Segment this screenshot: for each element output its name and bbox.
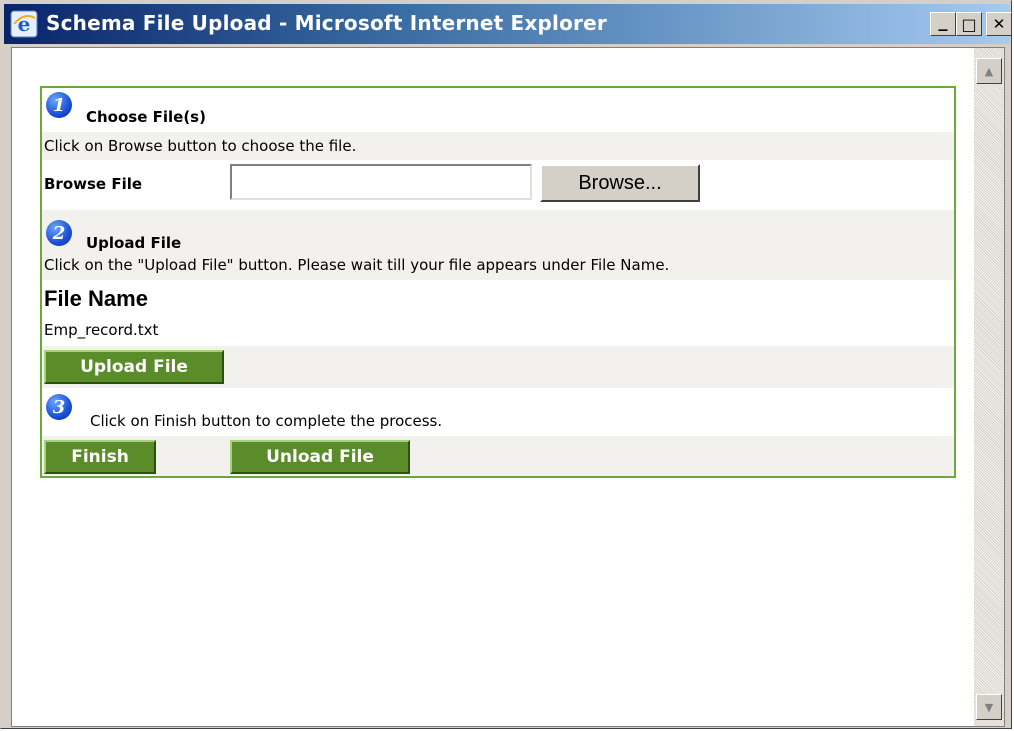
file-name-value: Emp_record.txt <box>44 321 159 339</box>
finish-row: Finish Unload File <box>42 436 954 476</box>
file-name-header-row: File Name <box>42 280 954 316</box>
step-2-icon: 2 <box>46 220 72 246</box>
upload-panel: 1 Choose File(s) Click on Browse button … <box>40 86 956 478</box>
window-title: Schema File Upload - Microsoft Internet … <box>46 11 607 35</box>
maximize-button[interactable]: □ <box>956 12 982 36</box>
vertical-scrollbar[interactable]: ▲ ▼ <box>974 48 1004 726</box>
minimize-button[interactable]: _ <box>930 10 956 36</box>
file-path-input[interactable] <box>230 164 532 200</box>
internet-explorer-icon: e <box>10 10 38 38</box>
step3-row: 3 Click on Finish button to complete the… <box>42 388 954 436</box>
step2-row: 2 Upload File Click on the "Upload File"… <box>42 210 954 280</box>
step-1-icon: 1 <box>46 92 72 118</box>
file-name-row: Emp_record.txt <box>42 316 954 346</box>
close-button[interactable]: ✕ <box>986 12 1012 36</box>
scroll-up-button[interactable]: ▲ <box>976 58 1002 84</box>
close-icon: ✕ <box>992 15 1006 33</box>
step2-heading: Upload File <box>86 234 182 252</box>
browser-window: e Schema File Upload - Microsoft Interne… <box>0 0 1012 729</box>
scroll-down-button[interactable]: ▼ <box>976 694 1002 720</box>
arrow-up-icon: ▲ <box>984 64 994 78</box>
step1-instruction-row: Click on Browse button to choose the fil… <box>42 132 954 160</box>
title-bar[interactable]: e Schema File Upload - Microsoft Interne… <box>4 4 1012 44</box>
finish-button[interactable]: Finish <box>44 440 156 474</box>
step3-instruction: Click on Finish button to complete the p… <box>90 412 443 430</box>
step1-heading: Choose File(s) <box>86 108 206 126</box>
browse-row: Browse File Browse... <box>42 160 954 210</box>
browse-button[interactable]: Browse... <box>540 164 700 202</box>
browse-file-label: Browse File <box>44 175 143 193</box>
unload-file-button[interactable]: Unload File <box>230 440 410 474</box>
upload-button-row: Upload File <box>42 346 954 388</box>
step-3-icon: 3 <box>46 394 72 420</box>
step1-instruction: Click on Browse button to choose the fil… <box>44 137 357 155</box>
arrow-down-icon: ▼ <box>984 700 994 714</box>
step1-heading-row: 1 Choose File(s) <box>42 88 954 132</box>
upload-file-button[interactable]: Upload File <box>44 350 224 384</box>
page-content: ▲ ▼ 1 Choose File(s) Click on Browse but… <box>11 47 1005 727</box>
minimize-icon: _ <box>938 10 948 32</box>
maximize-icon: □ <box>961 14 977 34</box>
file-name-header: File Name <box>44 286 148 311</box>
step2-instruction: Click on the "Upload File" button. Pleas… <box>44 256 670 274</box>
